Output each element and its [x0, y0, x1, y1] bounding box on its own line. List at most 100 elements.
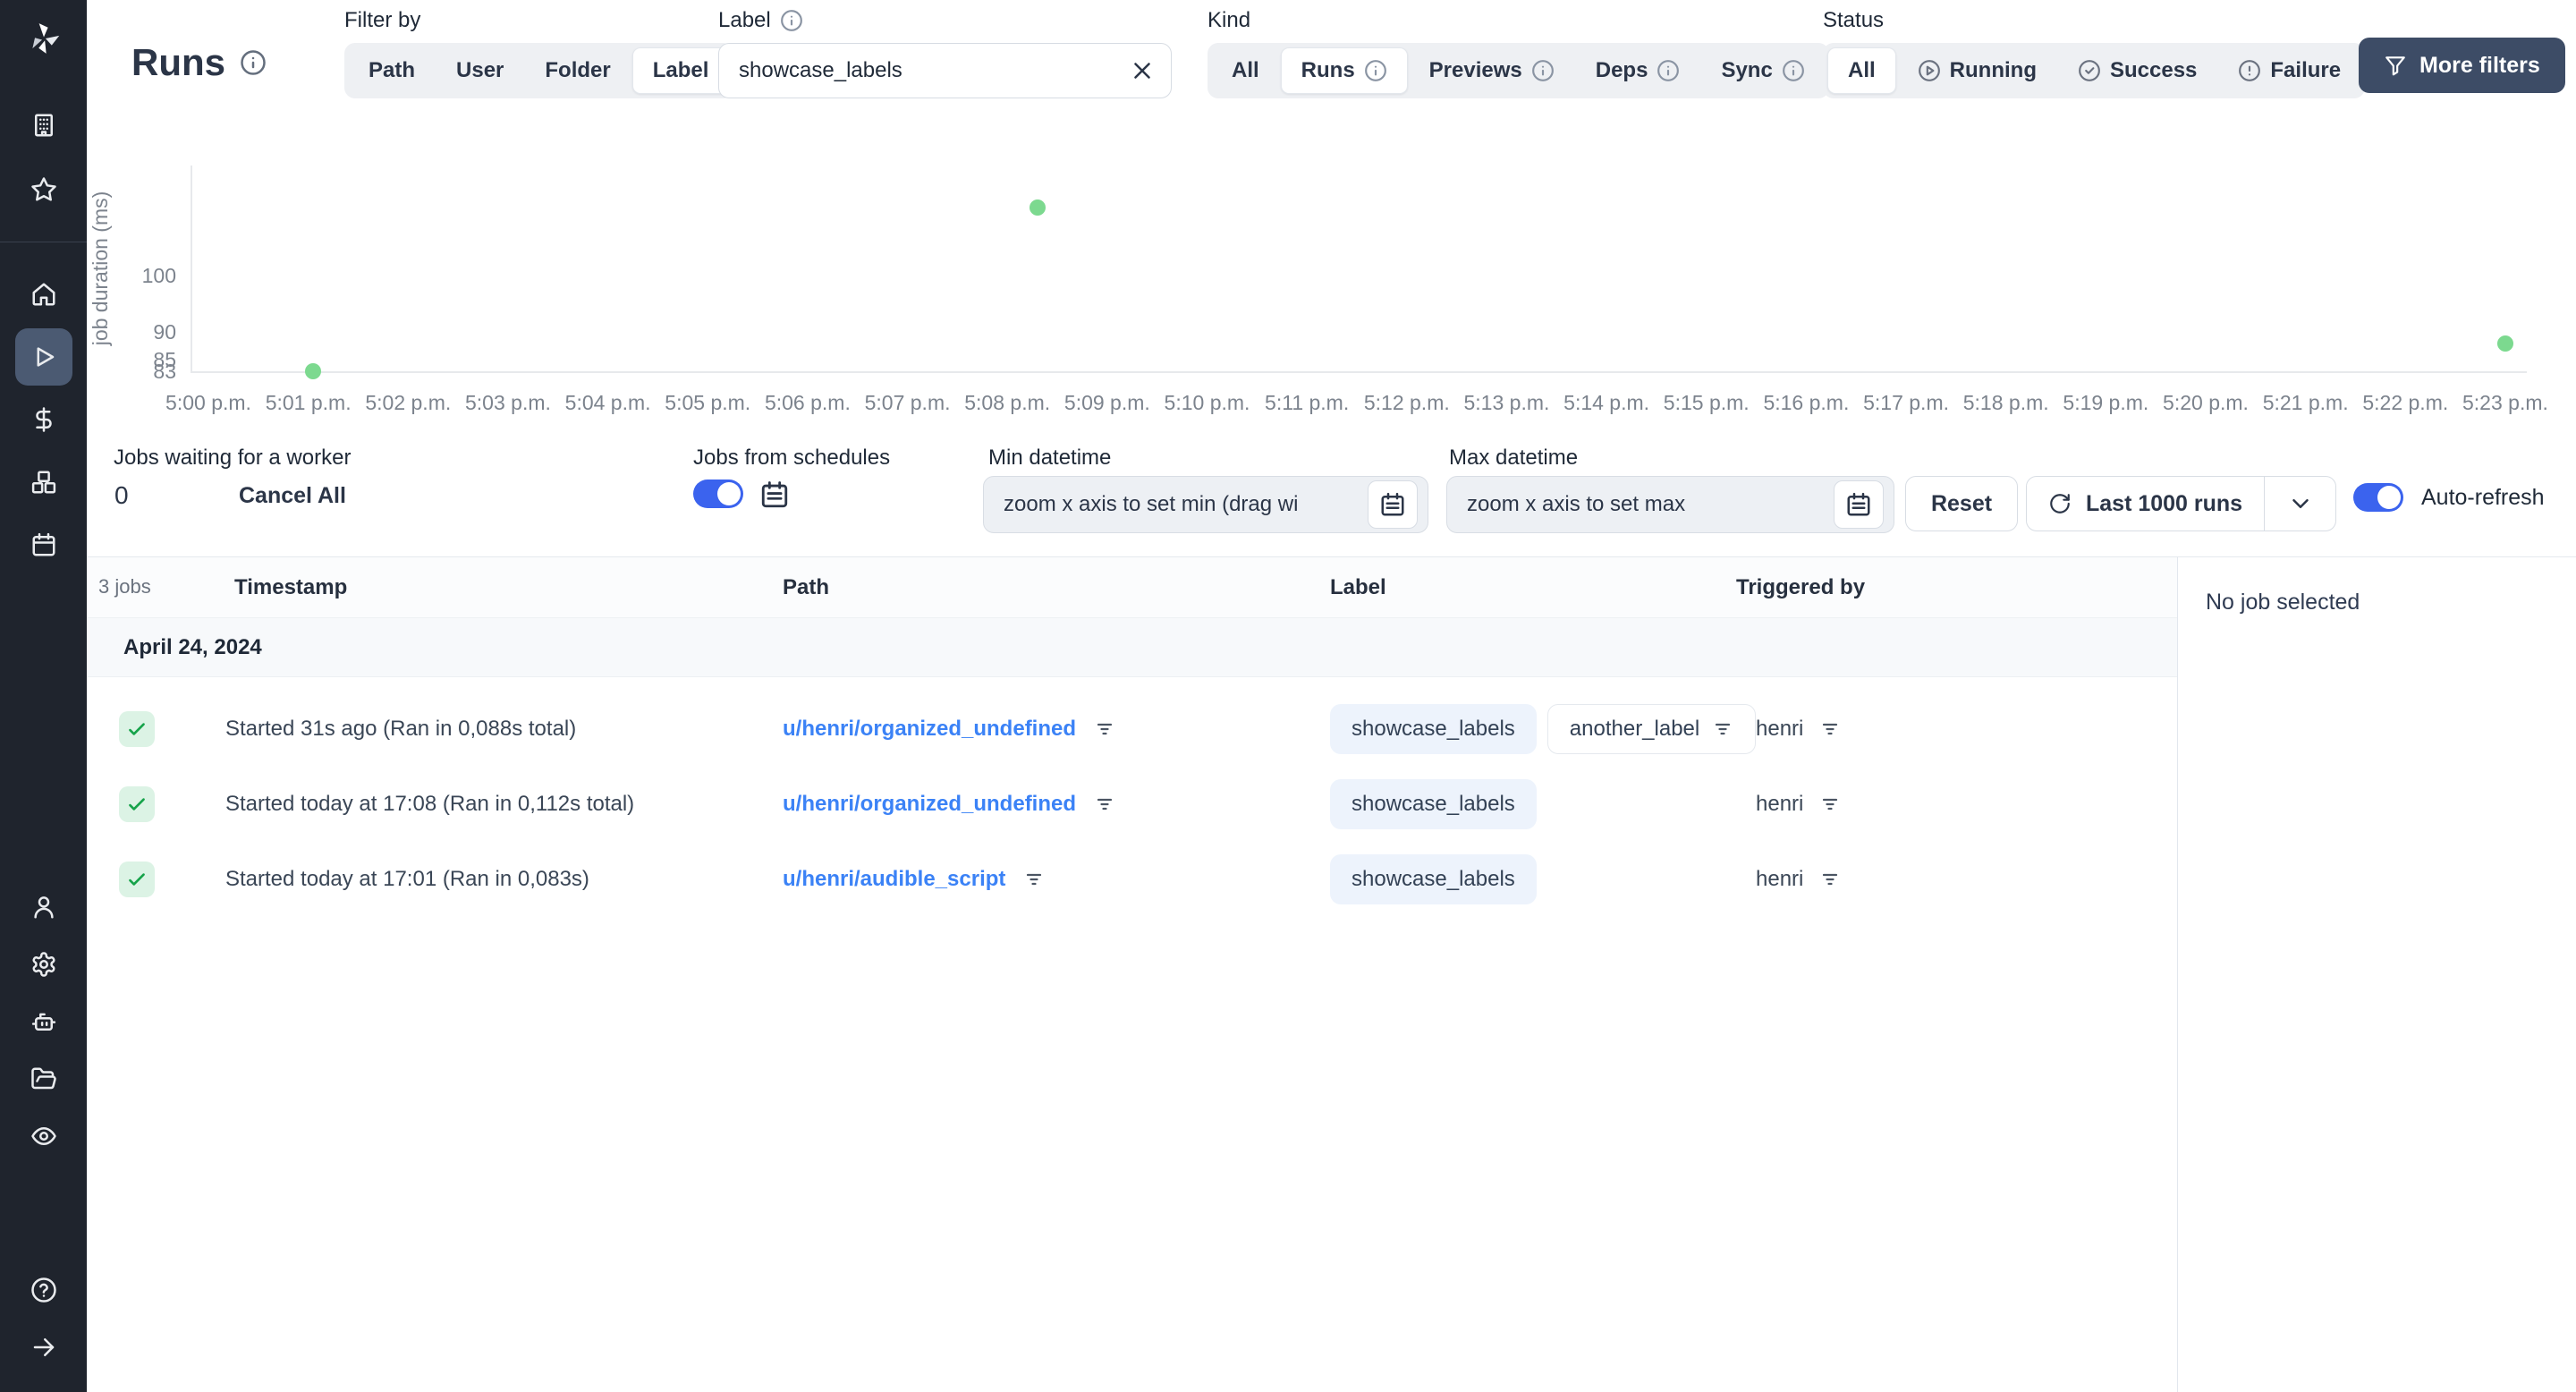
status-all-button[interactable]: All	[1827, 47, 1896, 94]
sidebar-item-favorites[interactable]	[15, 161, 72, 218]
filter-lines-icon[interactable]	[1094, 794, 1115, 815]
chart-point[interactable]	[305, 363, 322, 379]
info-icon	[1364, 60, 1386, 81]
min-datetime-calendar-button[interactable]	[1368, 480, 1418, 529]
table-row[interactable]: Started today at 17:01 (Ran in 0,083s) u…	[87, 844, 2177, 919]
success-check-icon	[129, 798, 145, 811]
user-icon	[33, 896, 54, 919]
last-runs-label: Last 1000 runs	[2086, 490, 2243, 516]
kind-deps-button[interactable]: Deps	[1576, 47, 1700, 94]
filter-by-label-button[interactable]: Label	[631, 47, 730, 94]
kind-previews-button[interactable]: Previews	[1410, 47, 1574, 94]
x-tick-label: 5:00 p.m.	[165, 391, 251, 414]
x-tick-label: 5:15 p.m.	[1663, 391, 1750, 414]
chart-point[interactable]	[2496, 335, 2513, 352]
filter-by-path-button[interactable]: Path	[349, 47, 435, 94]
sidebar-item-settings[interactable]	[15, 936, 72, 993]
column-path: Path	[783, 575, 830, 599]
filter-lines-icon[interactable]	[1819, 718, 1841, 740]
reset-button[interactable]: Reset	[1905, 476, 2018, 531]
kind-group: Kind All Runs Previews Deps Sync	[1208, 7, 1829, 98]
run-timestamp: Started today at 17:08 (Ran in 0,112s to…	[225, 792, 635, 816]
sidebar-collapse-button[interactable]	[15, 1319, 72, 1376]
filter-lines-icon[interactable]	[1023, 869, 1045, 890]
sidebar-item-help[interactable]	[15, 1261, 72, 1319]
schedules-toggle[interactable]	[693, 480, 743, 508]
status-success-button[interactable]: Success	[2058, 47, 2216, 94]
label-badge: showcase_labels	[1330, 854, 1537, 904]
cubes-icon	[31, 471, 55, 494]
sidebar-item-audit-logs[interactable]	[15, 1108, 72, 1165]
filter-lines-icon[interactable]	[1712, 718, 1733, 740]
run-path-link[interactable]: u/henri/organized_undefined	[783, 792, 1076, 817]
sidebar-item-folders[interactable]	[15, 1050, 72, 1108]
label-badge[interactable]: another_label	[1546, 704, 1757, 754]
status-badge	[119, 862, 155, 897]
no-job-selected-text: No job selected	[2206, 590, 2360, 615]
kind-sync-button[interactable]: Sync	[1701, 47, 1824, 94]
x-tick-label: 5:14 p.m.	[1563, 391, 1650, 414]
windmill-logo-icon[interactable]	[23, 18, 64, 59]
sidebar-item-users[interactable]	[15, 878, 72, 936]
refresh-runs-button[interactable]: Last 1000 runs	[2027, 477, 2264, 530]
x-tick-label: 5:03 p.m.	[464, 391, 551, 414]
auto-refresh-toggle[interactable]	[2353, 483, 2403, 512]
x-tick-label: 5:13 p.m.	[1463, 391, 1550, 414]
max-datetime-calendar-button[interactable]	[1834, 480, 1884, 529]
max-datetime-input[interactable]	[1446, 476, 1894, 533]
x-tick-label: 5:02 p.m.	[365, 391, 452, 414]
sidebar-item-variables[interactable]	[15, 391, 72, 448]
min-datetime-input[interactable]	[983, 476, 1428, 533]
y-tick-label: 90	[153, 319, 176, 344]
runs-duration-chart[interactable]: job duration (ms) 100 90 85 83 5:00 p.m. 5:0…	[87, 121, 2576, 420]
status-running-button[interactable]: Running	[1898, 47, 2056, 94]
clear-label-button[interactable]	[1129, 57, 1156, 84]
kind-previews-label: Previews	[1428, 58, 1522, 82]
run-timestamp: Started 31s ago (Ran in 0,088s total)	[225, 717, 577, 741]
schedules-calendar-button[interactable]	[759, 480, 790, 510]
run-path-link[interactable]: u/henri/audible_script	[783, 867, 1005, 892]
success-check-icon	[129, 873, 145, 886]
info-icon	[241, 50, 266, 75]
filter-lines-icon[interactable]	[1094, 718, 1115, 740]
chevron-down-icon	[2292, 499, 2309, 508]
gear-icon	[32, 952, 55, 977]
x-tick-label: 5:09 p.m.	[1063, 391, 1150, 414]
funnel-icon	[2385, 56, 2405, 76]
x-tick-label: 5:08 p.m.	[964, 391, 1051, 414]
auto-refresh-label: Auto-refresh	[2421, 485, 2545, 510]
sidebar	[0, 0, 87, 1392]
label-filter-label: Label	[718, 7, 1172, 34]
kind-all-button[interactable]: All	[1212, 47, 1279, 94]
column-label: Label	[1330, 575, 1386, 599]
x-tick-label: 5:16 p.m.	[1763, 391, 1850, 414]
last-runs-dropdown-button[interactable]	[2265, 477, 2335, 530]
table-row[interactable]: Started 31s ago (Ran in 0,088s total) u/…	[87, 693, 2177, 768]
label-filter-input[interactable]	[718, 43, 1172, 98]
filter-lines-icon[interactable]	[1819, 869, 1841, 890]
run-path-link[interactable]: u/henri/organized_undefined	[783, 717, 1076, 742]
kind-segmented: All Runs Previews Deps Sync	[1208, 43, 1829, 98]
filter-by-folder-button[interactable]: Folder	[525, 47, 630, 94]
filter-by-user-button[interactable]: User	[436, 47, 523, 94]
sidebar-item-home[interactable]	[15, 266, 72, 323]
y-tick-label: 100	[141, 263, 176, 287]
info-icon	[1657, 60, 1680, 81]
sidebar-item-runs[interactable]	[14, 328, 72, 386]
filter-lines-icon[interactable]	[1819, 794, 1841, 815]
status-label: Status	[1823, 8, 1885, 32]
sidebar-item-workers[interactable]	[15, 993, 72, 1050]
sidebar-item-schedules[interactable]	[15, 516, 72, 573]
close-icon	[1134, 63, 1150, 79]
sidebar-item-workspace[interactable]	[15, 97, 72, 154]
status-failure-button[interactable]: Failure	[2218, 47, 2360, 94]
help-icon	[30, 1277, 56, 1303]
more-filters-button[interactable]: More filters	[2359, 38, 2565, 93]
kind-runs-button[interactable]: Runs	[1280, 47, 1408, 94]
table-row[interactable]: Started today at 17:08 (Ran in 0,112s to…	[87, 768, 2177, 844]
cancel-all-button[interactable]: Cancel All	[239, 483, 346, 509]
x-tick-label: 5:11 p.m.	[1265, 391, 1350, 414]
chart-point[interactable]	[1029, 199, 1046, 216]
x-tick-label: 5:22 p.m.	[2362, 391, 2449, 414]
sidebar-item-resources[interactable]	[15, 454, 72, 511]
